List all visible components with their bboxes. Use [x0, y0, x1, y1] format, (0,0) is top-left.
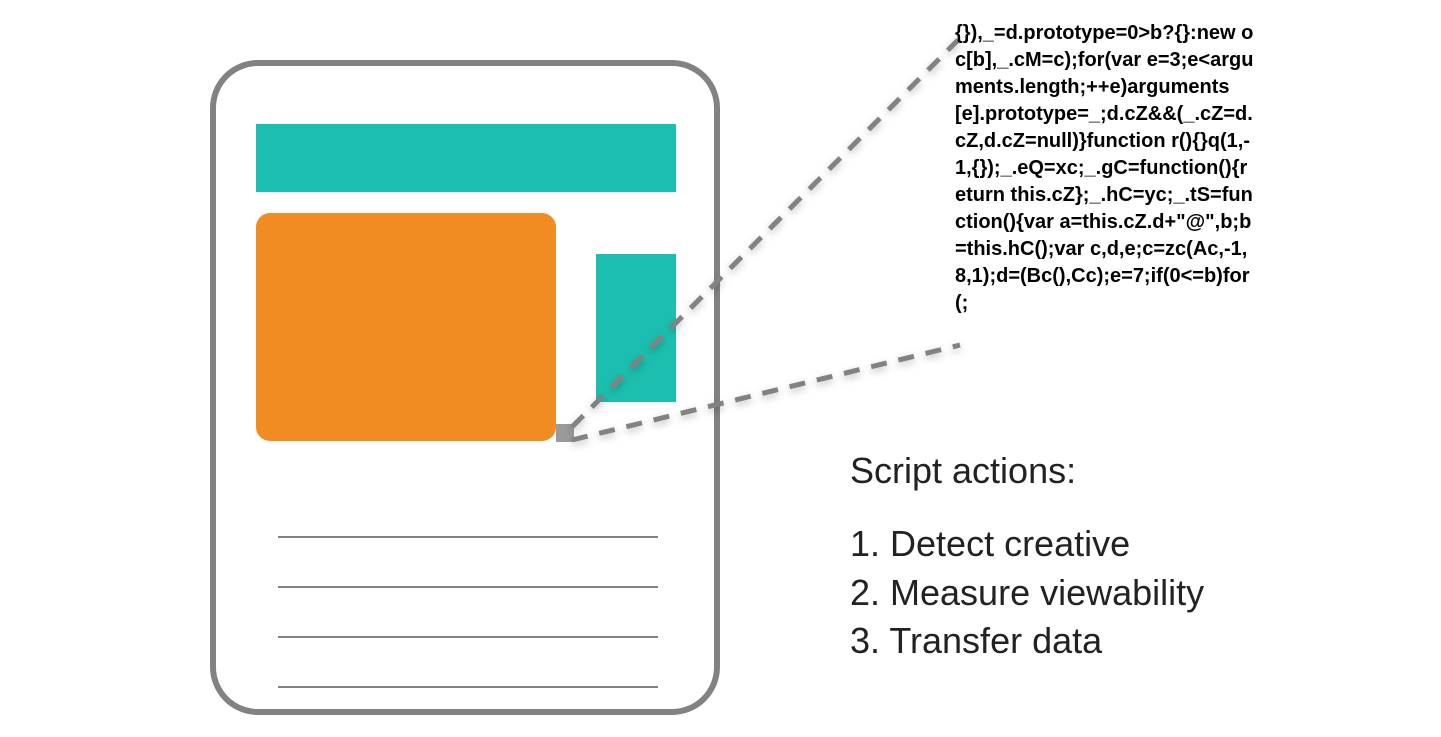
script-action-item: 3. Transfer data — [850, 617, 1204, 666]
page-header-bar — [256, 124, 676, 192]
content-line — [278, 686, 658, 688]
ad-creative-block — [256, 213, 556, 441]
content-line — [278, 586, 658, 588]
code-snippet: {}),_=d.prototype=0>b?{}:new oc[b],_.cM=… — [955, 20, 1255, 317]
tracking-pixel-marker — [556, 424, 574, 442]
script-action-item: 2. Measure viewability — [850, 569, 1204, 618]
sidebar-block — [596, 254, 676, 402]
phone-frame — [210, 60, 720, 715]
script-action-item: 1. Detect creative — [850, 520, 1204, 569]
script-actions-section: Script actions: 1. Detect creative 2. Me… — [850, 450, 1204, 666]
content-line — [278, 636, 658, 638]
script-actions-heading: Script actions: — [850, 450, 1204, 492]
content-line — [278, 536, 658, 538]
